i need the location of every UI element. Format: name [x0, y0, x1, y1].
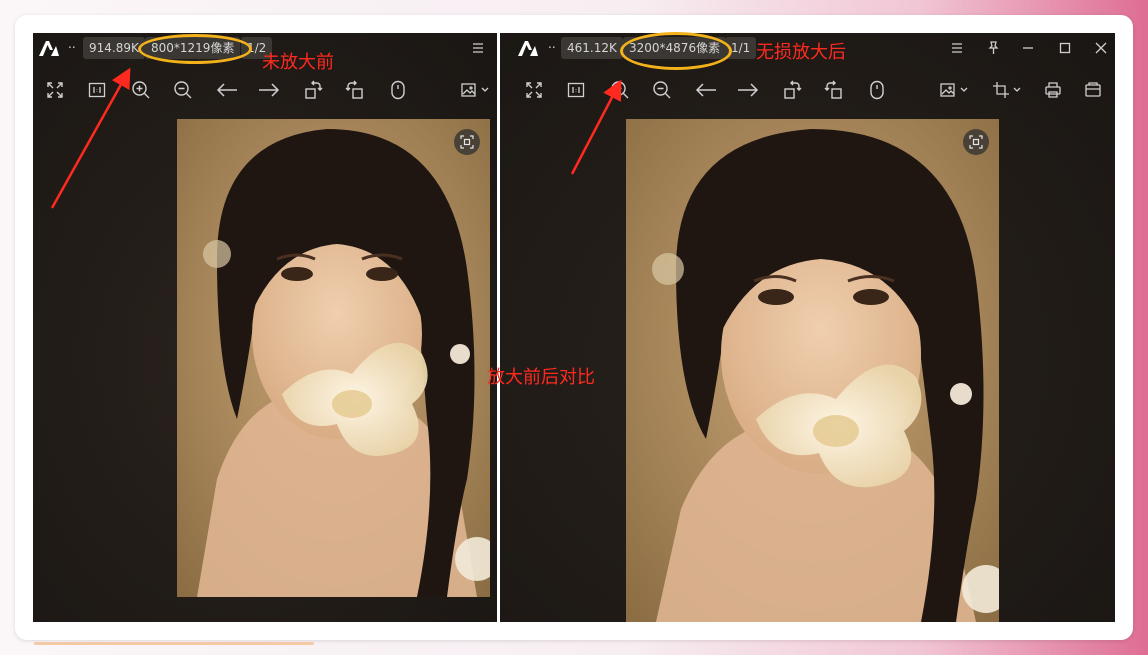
- right-arrow: [570, 79, 622, 175]
- left-arrow: [50, 67, 131, 209]
- annotation-arrows: [50, 67, 622, 209]
- after-label: 无损放大后: [756, 42, 846, 63]
- compare-label: 放大前后对比: [487, 367, 595, 388]
- before-label: 未放大前: [262, 52, 334, 73]
